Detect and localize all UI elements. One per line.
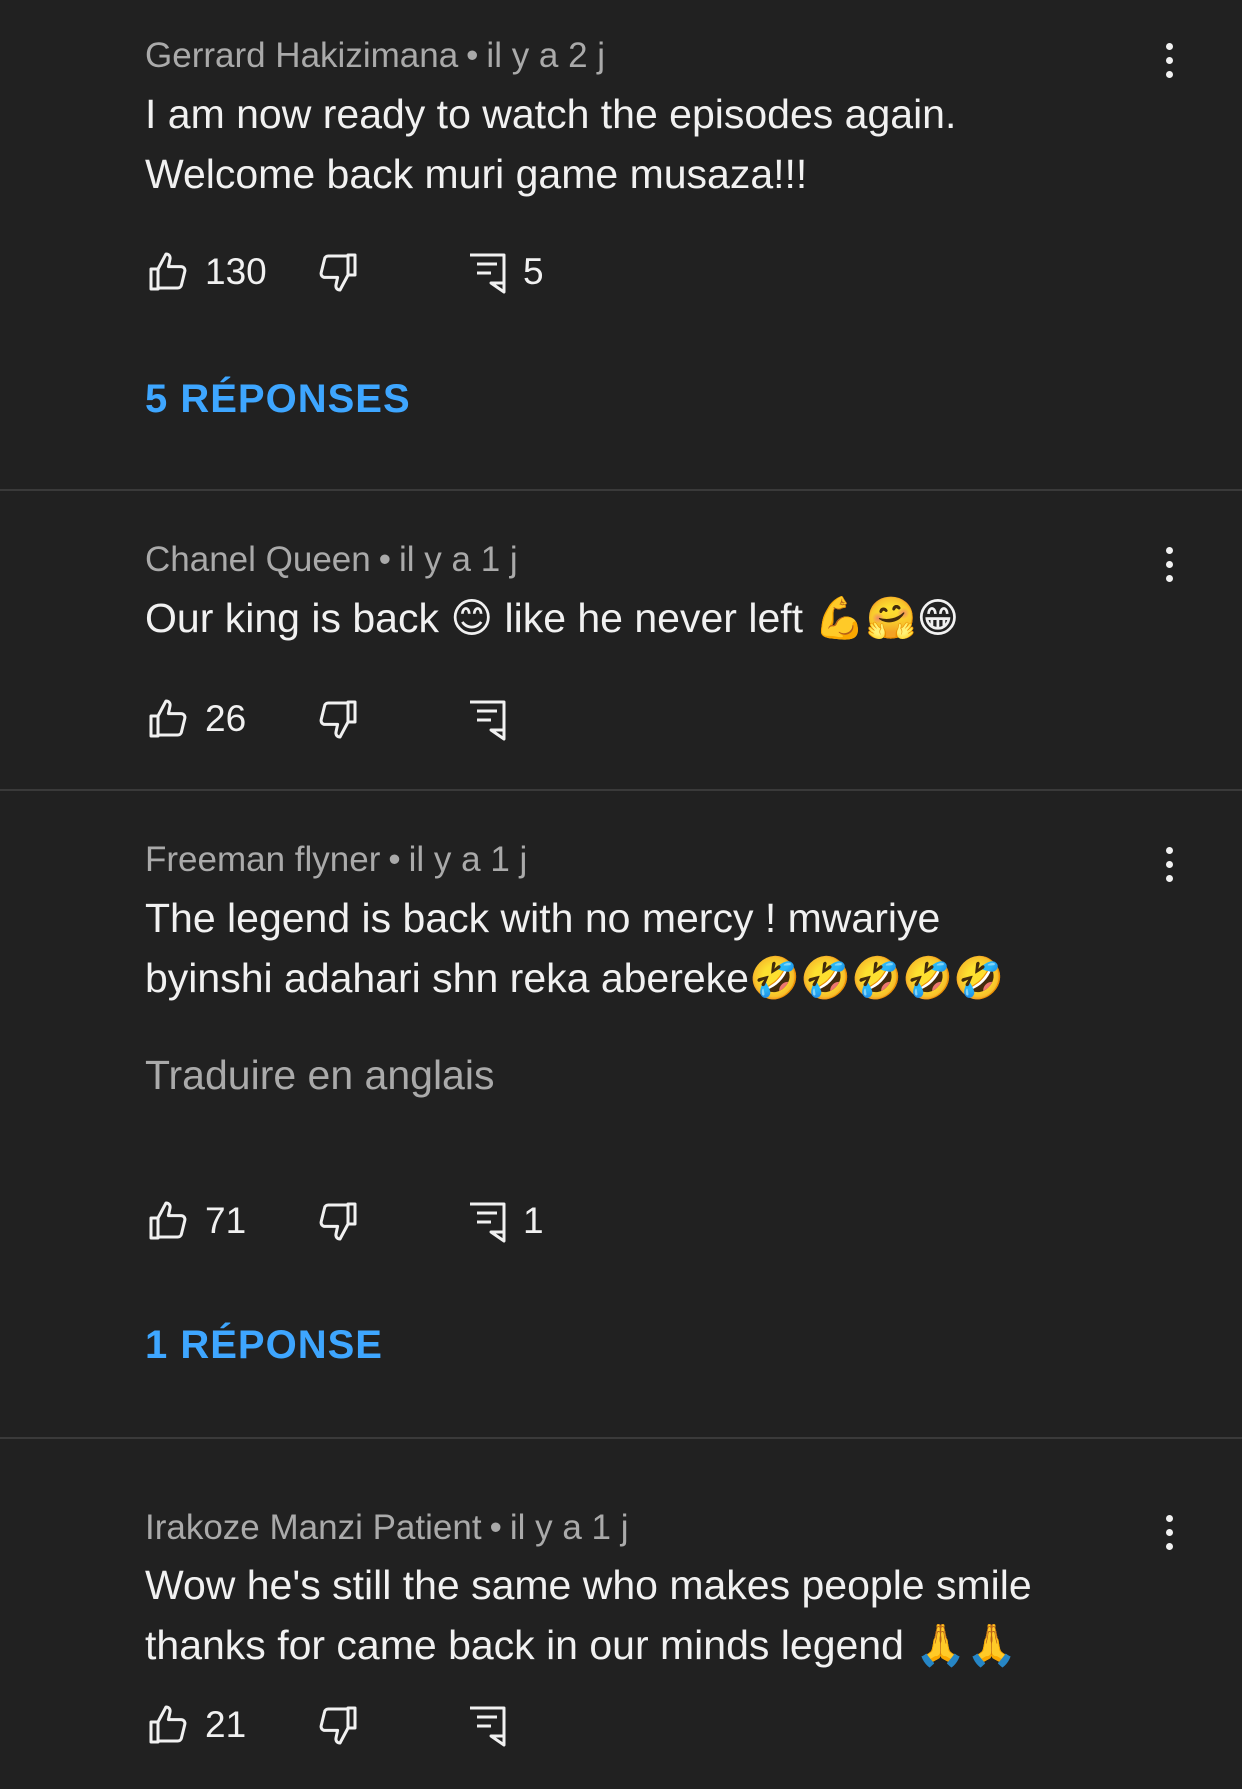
thumbs-up-icon[interactable] — [145, 1701, 193, 1749]
comment-text-line: I am now ready to watch the episodes aga… — [145, 91, 957, 137]
view-replies-button[interactable]: 5 RÉPONSES — [145, 374, 411, 424]
comment-author[interactable]: Chanel Queen — [145, 540, 371, 579]
comment-text: I am now ready to watch the episodes aga… — [145, 84, 1145, 204]
comment-text: Wow he's still the same who makes people… — [145, 1555, 1145, 1675]
comment-meta: Irakoze Manzi Patient • il y a 1 j — [145, 1508, 628, 1548]
comment-text-line: Our king is back 😊 like he never left 💪🤗… — [145, 595, 960, 641]
reply-icon[interactable] — [463, 695, 511, 743]
thumbs-up-icon[interactable] — [145, 248, 193, 296]
translate-link[interactable]: Traduire en anglais — [145, 1050, 494, 1100]
like-count: 130 — [205, 251, 267, 292]
comment-thread: Chanel Queen • il y a 1 j Our king is back… — [0, 491, 1242, 789]
view-replies-button[interactable]: 1 RÉPONSE — [145, 1320, 383, 1370]
thumbs-down-icon[interactable] — [313, 695, 361, 743]
comment-actions: 71 1 — [145, 1197, 845, 1247]
comment-thread: Irakoze Manzi Patient • il y a 1 j Wow he'… — [0, 1439, 1242, 1789]
comment-meta: Gerrard Hakizimana • il y a 2 j — [145, 36, 605, 76]
comment-time: il y a 1 j — [408, 840, 528, 879]
comment-time: il y a 1 j — [509, 1508, 629, 1547]
thumbs-up-icon[interactable] — [145, 1197, 193, 1245]
comment-actions: 130 5 — [145, 248, 845, 298]
comment-author[interactable]: Irakoze Manzi Patient — [145, 1508, 482, 1547]
meta-separator: • — [378, 540, 391, 579]
thumbs-down-icon[interactable] — [313, 1197, 361, 1245]
like-count: 26 — [205, 698, 247, 739]
like-count: 71 — [205, 1200, 247, 1241]
comment-text-line: byinshi adahari shn reka abereke🤣🤣🤣🤣🤣 — [145, 955, 1005, 1001]
reply-count: 5 — [523, 251, 544, 292]
comment-actions: 26 — [145, 695, 845, 745]
more-vert-icon[interactable] — [1150, 1508, 1190, 1558]
comment-text-line: Wow he's still the same who makes people… — [145, 1562, 1032, 1608]
comment-author[interactable]: Gerrard Hakizimana — [145, 36, 458, 75]
comment-actions: 21 — [145, 1701, 845, 1751]
comment-time: il y a 2 j — [486, 36, 606, 75]
thumbs-down-icon[interactable] — [313, 1701, 361, 1749]
thumbs-up-icon[interactable] — [145, 695, 193, 743]
reply-count: 1 — [523, 1200, 544, 1241]
comment-text: Our king is back 😊 like he never left 💪🤗… — [145, 588, 1145, 648]
meta-separator: • — [489, 1508, 502, 1547]
more-vert-icon[interactable] — [1150, 840, 1190, 890]
reply-icon[interactable] — [463, 1701, 511, 1749]
comment-thread: Freeman flyner • il y a 1 j The legend is … — [0, 791, 1242, 1438]
more-vert-icon[interactable] — [1150, 540, 1190, 590]
meta-separator: • — [466, 36, 479, 75]
reply-icon[interactable] — [463, 1197, 511, 1245]
comment-text: The legend is back with no mercy ! mwari… — [145, 888, 1145, 1008]
comment-text-line: thanks for came back in our minds legend… — [145, 1622, 1018, 1668]
thumbs-down-icon[interactable] — [313, 248, 361, 296]
like-count: 21 — [205, 1704, 247, 1745]
more-vert-icon[interactable] — [1150, 36, 1190, 86]
comment-meta: Freeman flyner • il y a 1 j — [145, 840, 527, 880]
reply-icon[interactable] — [463, 248, 511, 296]
comment-meta: Chanel Queen • il y a 1 j — [145, 540, 518, 580]
meta-separator: • — [388, 840, 401, 879]
comment-text-line: Welcome back muri game musaza!!! — [145, 151, 808, 197]
comment-thread: Gerrard Hakizimana • il y a 2 j I am now r… — [0, 0, 1242, 490]
comment-time: il y a 1 j — [399, 540, 518, 579]
comment-text-line: The legend is back with no mercy ! mwari… — [145, 895, 941, 941]
comment-author[interactable]: Freeman flyner — [145, 840, 380, 879]
